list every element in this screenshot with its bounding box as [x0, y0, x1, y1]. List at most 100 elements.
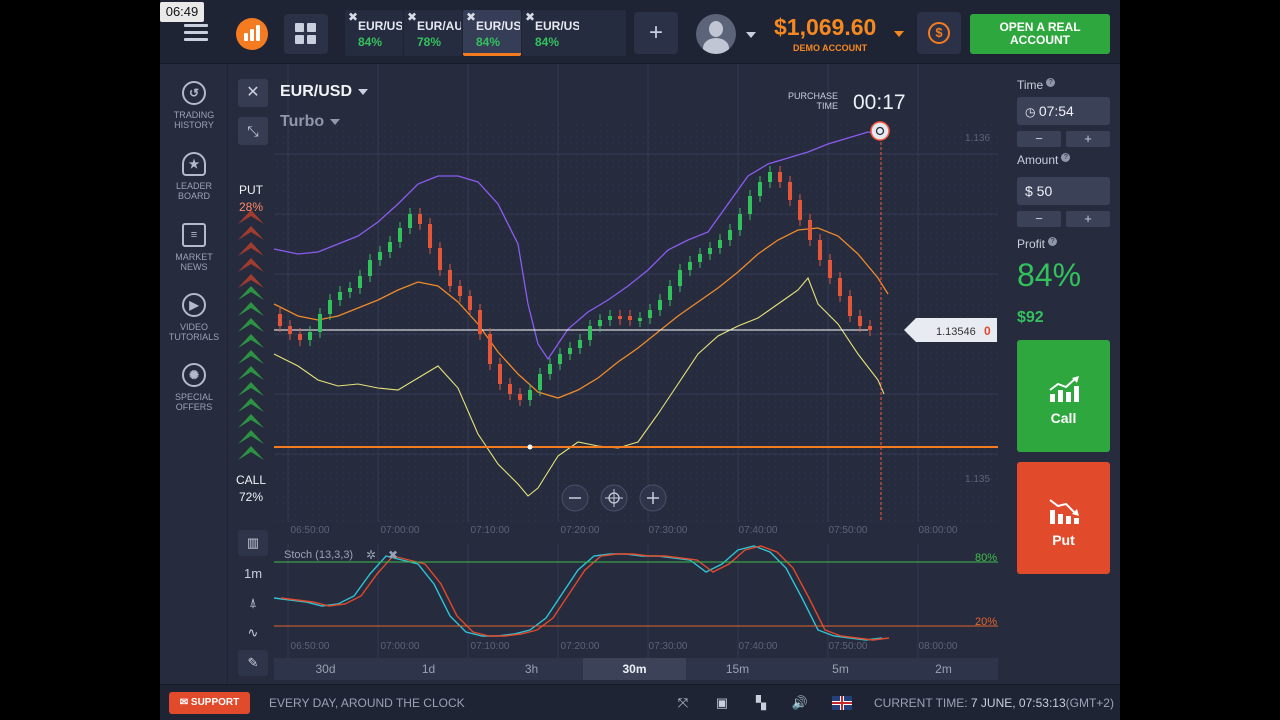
- chart-background: [274, 124, 998, 522]
- svg-text:07:40:00: 07:40:00: [739, 525, 778, 536]
- sidebar-item-label: SPECIAL: [174, 392, 214, 402]
- open-real-account-button[interactable]: OPEN A REAL ACCOUNT: [970, 14, 1110, 54]
- candle: [608, 316, 612, 320]
- zoom-out-button[interactable]: [561, 484, 589, 512]
- sidebar-item-market-news[interactable]: ≡ MARKET NEWS: [160, 223, 228, 272]
- period-selector: 30d 1d 3h 30m 15m 5m 2m: [274, 658, 998, 680]
- asset-tab-payout: 84%: [358, 35, 383, 49]
- layout-icon[interactable]: ▣: [713, 695, 731, 711]
- close-tab-icon[interactable]: ✖: [466, 10, 476, 24]
- chevron-down-icon: [358, 88, 369, 95]
- amount-field[interactable]: $ 50: [1017, 177, 1110, 205]
- sidebar-item-special-offers[interactable]: ✺ SPECIAL OFFERS: [160, 363, 228, 412]
- call-button[interactable]: Call: [1017, 340, 1110, 452]
- avatar[interactable]: [696, 14, 736, 54]
- asset-tab-name: EUR/USD: [535, 19, 579, 33]
- zoom-in-button[interactable]: [639, 484, 667, 512]
- sidebar-item-leader-board[interactable]: ★ LEADER BOARD: [160, 152, 228, 201]
- support-slogan: EVERY DAY, AROUND THE CLOCK: [269, 696, 465, 710]
- option-type: Turbo: [280, 113, 325, 130]
- svg-text:07:00:00: 07:00:00: [381, 525, 420, 536]
- time-increase-button[interactable]: +: [1066, 131, 1110, 147]
- history-icon: ↺: [182, 81, 206, 105]
- support-button[interactable]: ✉ SUPPORT: [169, 692, 250, 714]
- period-15m[interactable]: 15m: [686, 658, 789, 680]
- period-5m[interactable]: 5m: [789, 658, 892, 680]
- period-1d[interactable]: 1d: [377, 658, 480, 680]
- asset-tab-name: EUR/USD: [358, 19, 402, 33]
- candle: [318, 314, 322, 332]
- drawing-tools-icon[interactable]: ⍋: [238, 590, 268, 616]
- strike-point: [527, 444, 533, 450]
- pencil-icon[interactable]: ✎: [238, 650, 268, 676]
- close-tab-icon[interactable]: ✖: [348, 10, 358, 24]
- left-sidebar: ↺ TRADING HISTORY ★ LEADER BOARD ≡ MARKE…: [160, 64, 228, 684]
- collapse-icon[interactable]: ⤡: [238, 117, 268, 145]
- amount-decrease-button[interactable]: −: [1017, 211, 1061, 227]
- svg-text:07:30:00: 07:30:00: [649, 525, 688, 536]
- sidebar-item-trading-history[interactable]: ↺ TRADING HISTORY: [160, 81, 228, 130]
- sound-icon[interactable]: 🔊: [791, 695, 809, 711]
- indicator-name: Stoch (13,3,3): [284, 549, 353, 561]
- svg-text:06:50:00: 06:50:00: [291, 525, 330, 536]
- help-icon: ?: [1061, 153, 1071, 162]
- indicator-close-icon[interactable]: ✖: [388, 548, 398, 562]
- expiration-time-field[interactable]: ◷ 07:54: [1017, 97, 1110, 125]
- period-30d[interactable]: 30d: [274, 658, 377, 680]
- price-chart[interactable]: 1.13546 0 1.136 1.135 06:50:00 07:00:00 0…: [228, 64, 998, 684]
- close-tab-icon[interactable]: ✖: [407, 10, 417, 24]
- put-sentiment: PUT 28%: [231, 182, 271, 216]
- switch-account-button[interactable]: $: [917, 12, 961, 54]
- close-chart-button[interactable]: ✕: [238, 79, 268, 107]
- period-30m[interactable]: 30m: [583, 658, 686, 680]
- center-chart-button[interactable]: [600, 484, 628, 512]
- menu-icon[interactable]: [184, 24, 208, 42]
- svg-text:08:00:00: 08:00:00: [919, 525, 958, 536]
- candle: [428, 224, 432, 248]
- account-balance[interactable]: $1,069.60: [774, 14, 876, 41]
- fullscreen-icon[interactable]: ⤧: [674, 695, 692, 711]
- add-tab-button[interactable]: +: [634, 12, 678, 54]
- trade-panel: Time? ◷ 07:54 − + Amount? $ 50 − + Profi…: [1008, 64, 1120, 684]
- candle: [688, 262, 692, 270]
- asset-selector[interactable]: EUR/USD: [280, 83, 369, 101]
- svg-text:07:40:00: 07:40:00: [739, 641, 778, 652]
- sidebar-item-video-tutorials[interactable]: ▶ VIDEO TUTORIALS: [160, 293, 228, 342]
- chart-settings-icon[interactable]: ▚: [752, 695, 770, 711]
- timeframe-button[interactable]: 1m: [238, 561, 268, 587]
- indicator-settings-icon[interactable]: ✲: [366, 548, 376, 562]
- chevron-down-icon[interactable]: [746, 32, 756, 38]
- indicators-icon[interactable]: ∿: [238, 620, 268, 646]
- candle: [718, 240, 722, 248]
- sidebar-item-label: TUTORIALS: [168, 332, 220, 342]
- real-account-label-1: OPEN A REAL: [999, 20, 1081, 34]
- candle: [418, 214, 422, 224]
- close-tab-icon[interactable]: ✖: [525, 10, 535, 24]
- period-2m[interactable]: 2m: [892, 658, 995, 680]
- amount-increase-button[interactable]: +: [1066, 211, 1110, 227]
- time-decrease-button[interactable]: −: [1017, 131, 1061, 147]
- call-label: CALL: [235, 473, 267, 487]
- asset-tab-active[interactable]: ✖ EUR/USD 84%: [463, 10, 521, 56]
- logo-icon[interactable]: [236, 18, 268, 50]
- asset-tab[interactable]: ✖ EUR/USD 84%: [345, 10, 403, 56]
- candle: [628, 316, 632, 320]
- language-flag-icon[interactable]: [832, 696, 852, 710]
- svg-text:06:50:00: 06:50:00: [291, 641, 330, 652]
- period-3h[interactable]: 3h: [480, 658, 583, 680]
- candle: [618, 316, 622, 319]
- sidebar-item-label: NEWS: [180, 262, 208, 272]
- put-button[interactable]: Put: [1017, 462, 1110, 574]
- assets-grid-button[interactable]: [284, 14, 328, 54]
- asset-tab[interactable]: ✖ EUR/USD 84%: [522, 10, 626, 56]
- chevron-down-icon[interactable]: [894, 31, 904, 37]
- asset-tab[interactable]: ✖ EUR/AUD 78%: [404, 10, 462, 56]
- sidebar-item-label: VIDEO: [179, 322, 208, 332]
- candle: [648, 310, 652, 318]
- svg-text:07:30:00: 07:30:00: [649, 641, 688, 652]
- candle: [708, 248, 712, 254]
- chart-type-icon[interactable]: ▥: [238, 530, 268, 556]
- svg-text:08:00:00: 08:00:00: [919, 641, 958, 652]
- candle: [678, 270, 682, 286]
- option-type-selector[interactable]: Turbo: [280, 113, 341, 131]
